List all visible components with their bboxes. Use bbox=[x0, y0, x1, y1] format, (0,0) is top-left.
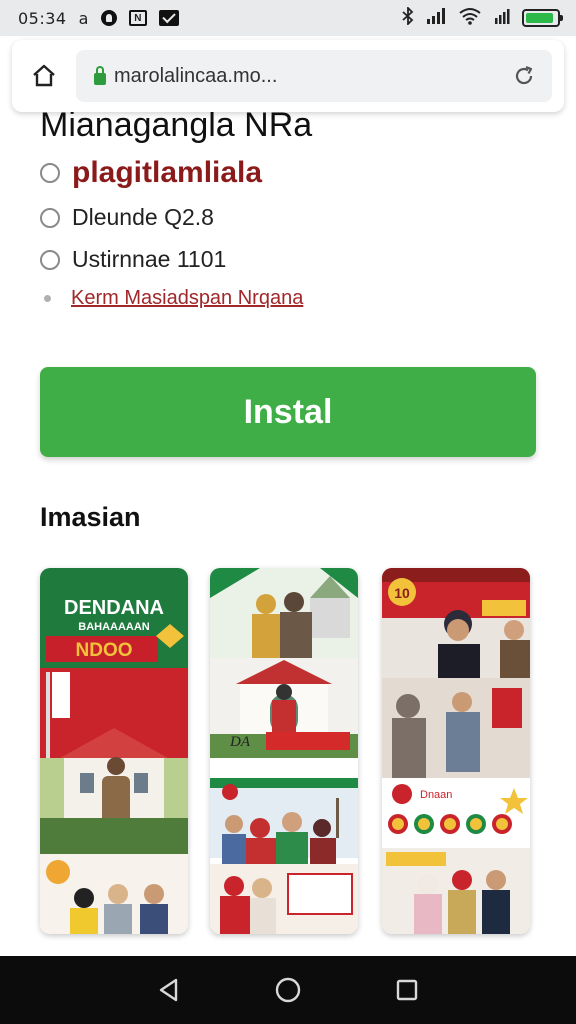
signal-icon bbox=[426, 7, 446, 29]
signal-icon-2 bbox=[494, 8, 510, 29]
battery-icon bbox=[522, 9, 563, 27]
n-box-icon: N bbox=[128, 10, 147, 26]
home-icon[interactable] bbox=[24, 56, 64, 96]
screenshot-3-image: 10 Dnaan bbox=[382, 568, 530, 934]
option-label: Ustirnnae 1101 bbox=[72, 246, 227, 272]
screenshot-1-subtitle: BAHAAAAAN bbox=[78, 621, 150, 633]
option-label: Dleunde Q2.8 bbox=[72, 204, 214, 230]
status-bar-left: 05:34 a N bbox=[18, 9, 179, 28]
browser-url-bar: marolalincaa.mo... bbox=[12, 40, 564, 112]
url-text[interactable]: marolalincaa.mo... bbox=[114, 65, 506, 88]
screenshot-2-banner: DA bbox=[229, 734, 251, 750]
link-row: Kerm Masiadspan Nrqana bbox=[44, 287, 303, 310]
screenshot-3-number: 10 bbox=[394, 585, 410, 601]
back-triangle-icon[interactable] bbox=[149, 970, 189, 1010]
recents-square-icon[interactable] bbox=[387, 970, 427, 1010]
mail-icon bbox=[158, 10, 179, 26]
screenshot-1-image: DENDANA BAHAAAAAN NDOO bbox=[40, 568, 188, 934]
details-link[interactable]: Kerm Masiadspan Nrqana bbox=[71, 287, 303, 310]
status-time: 05:34 bbox=[18, 8, 67, 28]
status-letter: a bbox=[78, 8, 89, 28]
bluetooth-icon bbox=[402, 5, 414, 30]
option-3[interactable]: Ustirnnae 1101 bbox=[40, 246, 226, 273]
option-label: plagitlamliala bbox=[72, 156, 263, 189]
notification-dot-icon bbox=[100, 10, 117, 26]
screenshot-1-title: DENDANA bbox=[64, 597, 164, 619]
install-button[interactable]: Instal bbox=[40, 367, 536, 457]
home-circle-icon[interactable] bbox=[268, 970, 308, 1010]
url-field[interactable]: marolalincaa.mo... bbox=[76, 50, 552, 102]
screenshot-2-image: DA bbox=[210, 568, 358, 934]
page-content: Mianagangla NRa plagitlamliala Dleunde Q… bbox=[12, 40, 564, 956]
screenshot-thumbnail-2[interactable]: DA bbox=[210, 568, 358, 934]
screenshot-thumbnail-3[interactable]: 10 Dnaan bbox=[382, 568, 530, 934]
status-bar: 05:34 a N bbox=[0, 0, 576, 36]
option-2[interactable]: Dleunde Q2.8 bbox=[40, 204, 214, 231]
bullet-icon bbox=[44, 295, 51, 302]
screenshot-3-text: Dnaan bbox=[420, 789, 452, 801]
navigation-bar bbox=[0, 956, 576, 1024]
screenshots-heading: Imasian bbox=[40, 502, 141, 532]
status-bar-right bbox=[402, 5, 563, 30]
radio-button[interactable] bbox=[40, 249, 60, 270]
lock-icon bbox=[94, 65, 106, 85]
screenshot-1-badge: NDOO bbox=[76, 640, 133, 661]
screenshot-thumbnail-1[interactable]: DENDANA BAHAAAAAN NDOO bbox=[40, 568, 188, 934]
option-1[interactable]: plagitlamliala bbox=[40, 156, 262, 190]
wifi-icon bbox=[458, 7, 482, 30]
radio-button[interactable] bbox=[40, 207, 60, 228]
radio-button[interactable] bbox=[40, 163, 60, 183]
reload-icon[interactable] bbox=[506, 58, 542, 94]
battery-fill bbox=[526, 13, 553, 23]
